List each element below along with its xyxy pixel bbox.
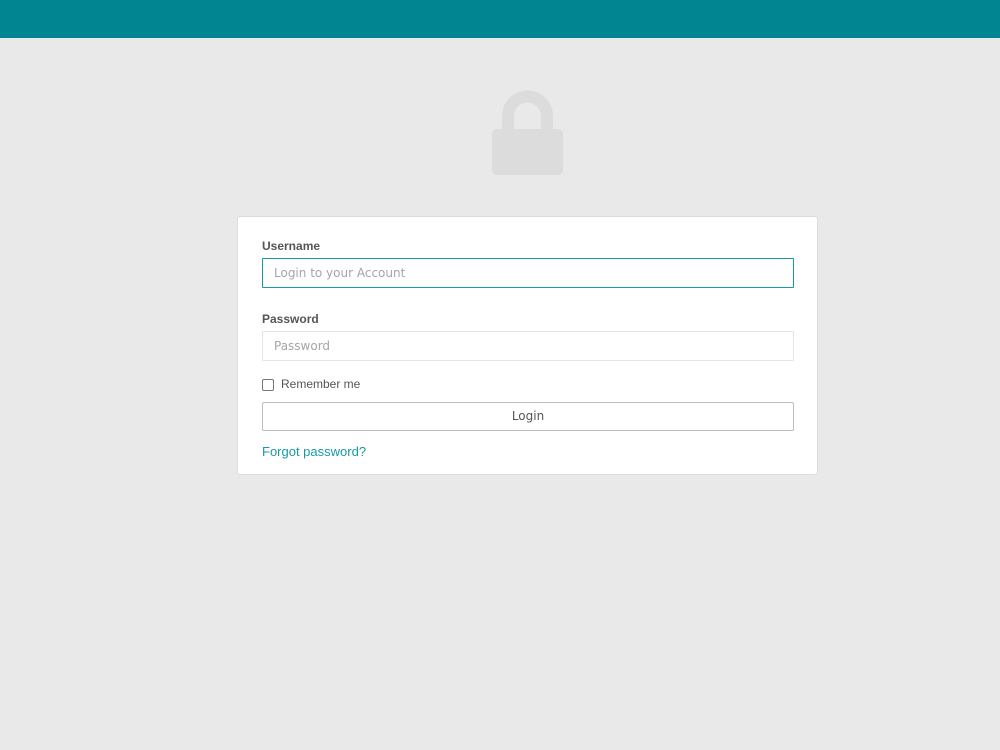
- remember-me-checkbox[interactable]: [262, 379, 274, 391]
- username-label: Username: [262, 239, 321, 253]
- forgot-password-link[interactable]: Forgot password?: [262, 444, 366, 459]
- remember-me-label[interactable]: Remember me: [281, 377, 360, 391]
- login-button[interactable]: Login: [262, 402, 794, 431]
- username-input[interactable]: [262, 258, 794, 288]
- password-label: Password: [262, 312, 319, 326]
- login-card: Username Password Remember me Login Forg…: [237, 216, 818, 475]
- remember-me-row[interactable]: Remember me: [262, 377, 360, 391]
- password-input[interactable]: [262, 331, 794, 361]
- lock-icon: [492, 90, 563, 175]
- top-bar: [0, 0, 1000, 38]
